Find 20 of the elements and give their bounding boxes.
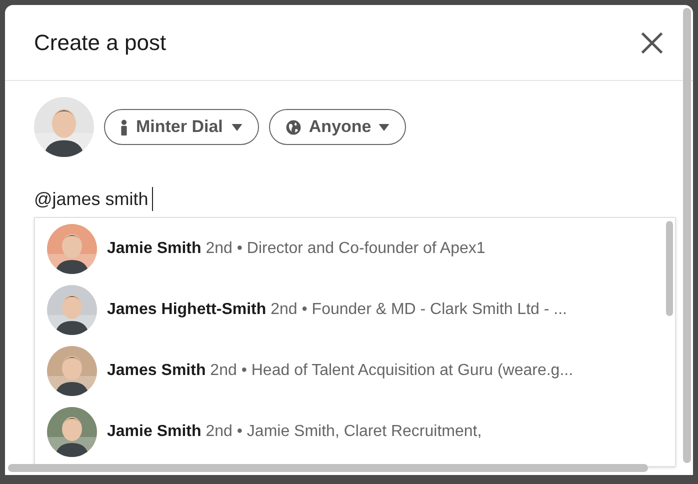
suggestion-text: James Smith 2nd • Head of Talent Acquisition at Guru (weare.g... — [107, 360, 574, 380]
close-icon[interactable] — [639, 30, 665, 56]
suggestion-text: Jamie Smith 2nd • Jamie Smith, Claret Recruitment, — [107, 422, 482, 442]
caret-icon — [378, 124, 390, 130]
suggestion-text: Jamie Smith 2nd • Director and Co-founder of Apex1 — [107, 238, 486, 258]
suggestion-item[interactable]: James Smith 2nd • Head of Talent Acquisition at Guru (weare.g... — [35, 340, 663, 401]
author-dropdown[interactable]: Minter Dial — [104, 109, 259, 145]
suggestion-text: James Highett-Smith 2nd • Founder & MD - Clark Smith Ltd - ... — [107, 300, 567, 320]
suggestion-item[interactable]: Jamie Smith 2nd • Director and Co-founder of Apex1 — [35, 218, 663, 279]
modal-title: Create a post — [34, 29, 166, 57]
audience-dropdown[interactable]: Anyone — [268, 109, 406, 145]
horizontal-scrollbar-thumb[interactable] — [8, 464, 648, 472]
scrollbar-thumb[interactable] — [666, 221, 672, 316]
person-icon — [120, 118, 128, 136]
globe-icon — [284, 118, 302, 136]
vertical-scrollbar-thumb[interactable] — [683, 8, 691, 463]
suggestion-item[interactable]: Jamie Smith 2nd • Jamie Smith, Claret Recruitment, — [35, 401, 663, 462]
post-text-field[interactable]: @james smith — [34, 187, 154, 211]
caret-icon — [230, 124, 243, 130]
suggestion-item[interactable]: James Highett-Smith 2nd • Founder & MD - Clark Smith Ltd - ... — [35, 279, 663, 340]
